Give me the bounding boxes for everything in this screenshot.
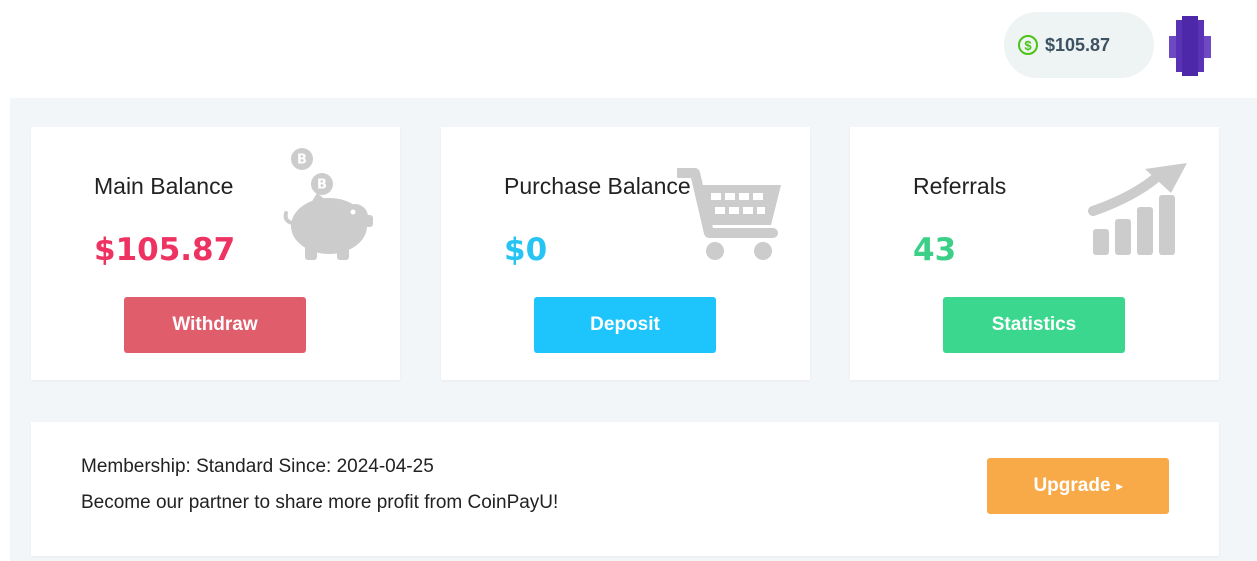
purchase-balance-card: Purchase Balance $0 Deposit [441,127,810,380]
membership-status: Membership: Standard Since: 2024-04-25 [81,456,434,477]
main-balance-value: $105.87 [94,232,236,268]
svg-text:B: B [297,153,307,168]
header-balance-amount: $105.87 [1045,34,1111,55]
partner-message: Become our partner to share more profit … [81,492,559,513]
svg-text:B: B [317,178,327,193]
avatar[interactable] [1160,16,1218,76]
shopping-cart-icon [677,168,781,260]
header-balance-pill[interactable]: $ $105.87 [1004,12,1154,78]
top-bar: $ $105.87 [0,0,1257,98]
dollar-circle-icon: $ [1018,35,1038,55]
upgrade-button-label: Upgrade [1033,475,1111,496]
referrals-card: Referrals 43 Statistics [850,127,1219,380]
upgrade-button[interactable]: Upgrade ▸ [987,458,1169,514]
purchase-balance-value: $0 [504,232,548,268]
main-balance-card: B B Main Balance $105.87 Withdraw [31,127,400,380]
statistics-button[interactable]: Statistics [943,297,1125,353]
main-balance-title: Main Balance [94,173,234,199]
purchase-balance-title: Purchase Balance [504,173,691,199]
deposit-button[interactable]: Deposit [534,297,716,353]
referrals-title: Referrals [913,173,1007,199]
caret-right-icon: ▸ [1116,479,1123,493]
referrals-value: 43 [913,232,957,268]
growth-chart-icon [1088,163,1187,255]
membership-banner: Membership: Standard Since: 2024-04-25 B… [31,422,1219,556]
piggy-bank-icon: B B [283,148,373,260]
withdraw-button[interactable]: Withdraw [124,297,306,353]
